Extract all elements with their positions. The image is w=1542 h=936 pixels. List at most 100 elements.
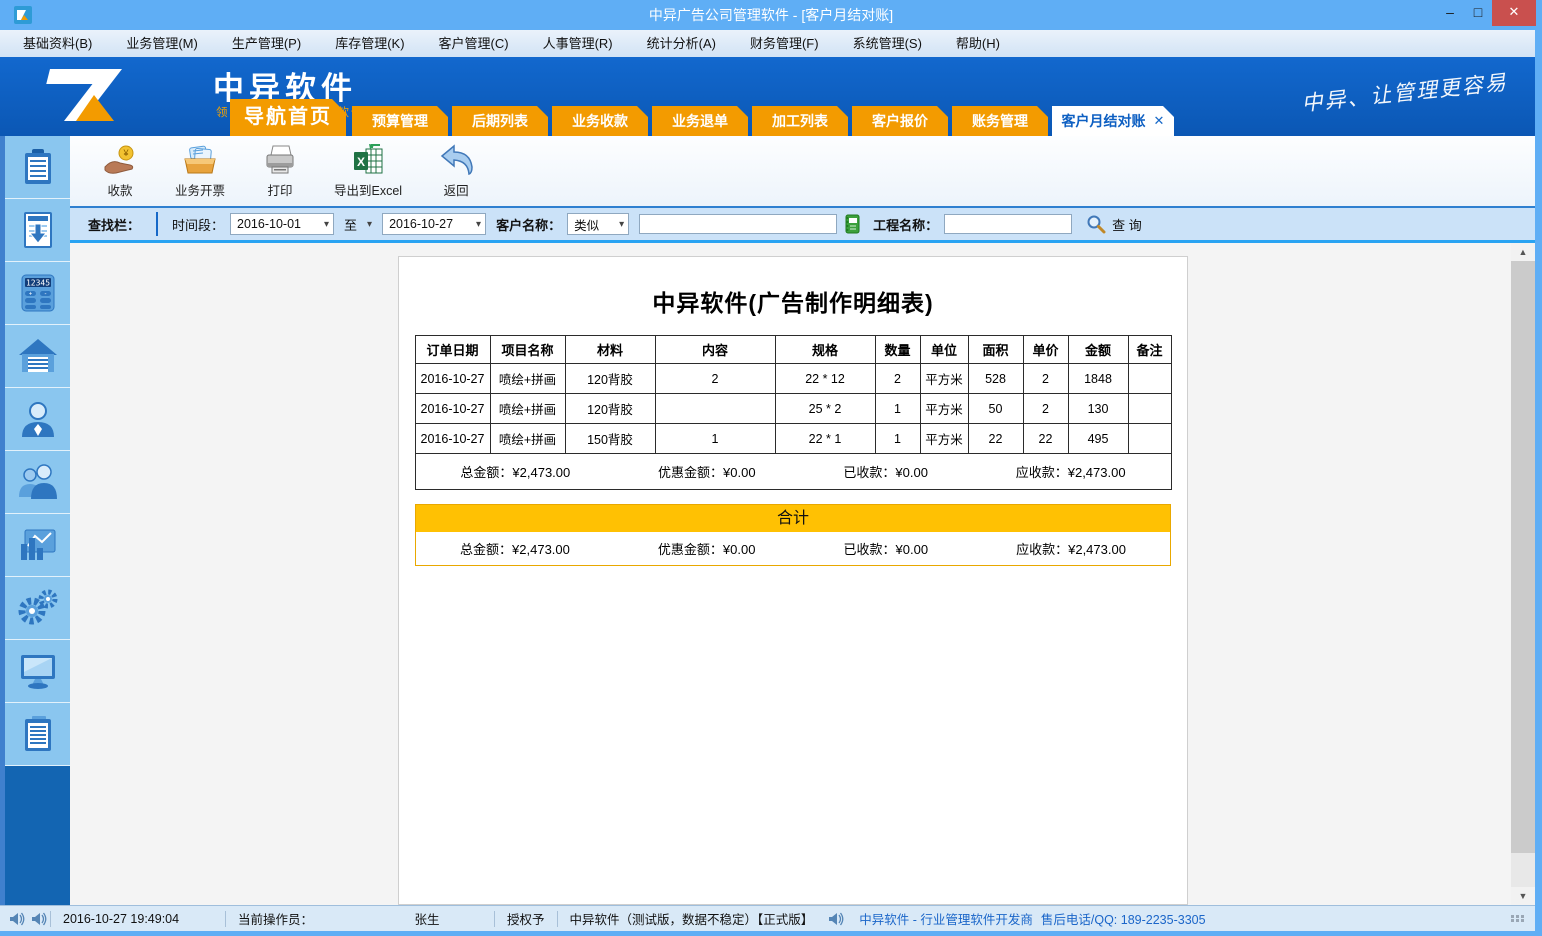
table-header-row: 订单日期 项目名称 材料 内容 规格 数量 单位 面积 单价 金额 备注 [415, 336, 1171, 364]
receive-payment-button[interactable]: ¥ 收款 [94, 143, 146, 199]
cell-content [655, 394, 775, 424]
people-icon [15, 459, 61, 505]
tab-customer-monthly-statement[interactable]: 客户月结对账 ✕ [1052, 106, 1174, 136]
tab-business-receipts[interactable]: 业务收款 [552, 106, 648, 136]
sidebar-item-warehouse[interactable] [5, 325, 70, 388]
cell-area: 50 [968, 394, 1023, 424]
total-amount: 总金额：¥2,473.00 [460, 539, 570, 558]
customer-lookup-book-icon[interactable] [843, 214, 861, 234]
menu-customer[interactable]: 客户管理(C) [422, 30, 526, 57]
sidebar-item-chart[interactable] [5, 514, 70, 577]
cell-unit-price: 22 [1023, 424, 1068, 454]
license-label: 授权予 [495, 909, 557, 928]
customer-keyword-input[interactable] [639, 214, 837, 234]
cell-order-date: 2016-10-27 [415, 364, 490, 394]
customer-name-label: 客户名称： [496, 215, 561, 234]
speaker-icon[interactable] [8, 911, 26, 927]
date-from-value: 2016-10-01 [237, 217, 301, 231]
divider [156, 212, 158, 236]
export-excel-button[interactable]: X 导出到Excel [334, 143, 402, 199]
sidebar-item-monitor[interactable] [5, 640, 70, 703]
total-received: 已收款：¥0.00 [844, 539, 929, 558]
summary-received: 已收款：¥0.00 [843, 462, 928, 481]
tab-account-management[interactable]: 账务管理 [952, 106, 1048, 136]
col-order-date: 订单日期 [415, 336, 490, 364]
sidebar-item-clipboard-2[interactable] [5, 703, 70, 766]
sidebar-item-calculator[interactable]: 12345 +- [5, 262, 70, 325]
sidebar-item-group[interactable] [5, 451, 70, 514]
menu-statistics[interactable]: 统计分析(A) [630, 30, 733, 57]
tab-postprocess-list[interactable]: 后期列表 [452, 106, 548, 136]
menu-inventory[interactable]: 库存管理(K) [318, 30, 421, 57]
invoice-button[interactable]: 业务开票 [174, 143, 226, 199]
menu-production[interactable]: 生产管理(P) [215, 30, 318, 57]
cell-area: 528 [968, 364, 1023, 394]
svg-text:¥: ¥ [122, 148, 129, 158]
tab-order-returns[interactable]: 业务退单 [652, 106, 748, 136]
speaker-icon[interactable] [827, 911, 845, 927]
cell-unit: 平方米 [920, 364, 968, 394]
search-icon [1086, 214, 1106, 234]
tab-processing-list[interactable]: 加工列表 [752, 106, 848, 136]
sidebar-item-person[interactable] [5, 388, 70, 451]
menu-finance[interactable]: 财务管理(F) [733, 30, 836, 57]
tab-strip: 预算管理 后期列表 业务收款 业务退单 加工列表 客户报价 账务管理 客户月结对… [352, 106, 1174, 136]
scroll-down-icon[interactable]: ▼ [1511, 887, 1535, 905]
cell-remark [1128, 394, 1171, 424]
match-mode-select[interactable]: 类似 ▾ [567, 213, 629, 235]
print-button[interactable]: 打印 [254, 143, 306, 199]
menu-help[interactable]: 帮助(H) [939, 30, 1017, 57]
cell-amount: 130 [1068, 394, 1128, 424]
tab-home[interactable]: 导航首页 [230, 99, 346, 136]
invoice-box-icon [180, 143, 220, 177]
speaker-icon[interactable] [30, 911, 48, 927]
cell-spec: 25 * 2 [775, 394, 875, 424]
query-button[interactable]: 查 询 [1086, 214, 1142, 234]
col-quantity: 数量 [875, 336, 920, 364]
cell-area: 22 [968, 424, 1023, 454]
table-row: 2016-10-27 喷绘+拼画 120背胶 25 * 2 1 平方米 50 2… [415, 394, 1171, 424]
col-remark: 备注 [1128, 336, 1171, 364]
minimize-button[interactable]: – [1436, 0, 1464, 26]
tab-customer-quote[interactable]: 客户报价 [852, 106, 948, 136]
window-border-bottom [0, 931, 1542, 936]
menu-basic-data[interactable]: 基础资料(B) [6, 30, 109, 57]
operator-name: 张生 [360, 909, 494, 928]
cell-quantity: 1 [875, 394, 920, 424]
vertical-scrollbar[interactable]: ▲ ▼ [1511, 243, 1535, 905]
date-from-select[interactable]: 2016-10-01 ▾ [230, 213, 334, 235]
clipboard-icon [16, 145, 60, 189]
scrollbar-thumb[interactable] [1511, 261, 1535, 853]
scroll-up-icon[interactable]: ▲ [1511, 243, 1535, 261]
sidebar-item-clipboard[interactable] [5, 136, 70, 199]
date-to-select[interactable]: 2016-10-27 ▾ [382, 213, 486, 235]
resize-grip[interactable] [1511, 915, 1525, 922]
grand-total-section: 合计 总金额：¥2,473.00 优惠金额：¥0.00 已收款：¥0.00 应收… [415, 504, 1171, 566]
sidebar-item-download-doc[interactable] [5, 199, 70, 262]
summary-total-amount: 总金额：¥2,473.00 [460, 462, 570, 481]
report-title: 中异软件(广告制作明细表) [399, 284, 1187, 318]
chevron-down-icon: ▾ [324, 219, 329, 230]
cell-amount: 495 [1068, 424, 1128, 454]
maximize-button[interactable]: □ [1464, 0, 1492, 26]
sidebar-item-settings[interactable] [5, 577, 70, 640]
close-button[interactable]: ✕ [1492, 0, 1536, 26]
content-area: 中异软件(广告制作明细表) 订单日期 项目名称 材料 内容 规格 数量 单位 面… [70, 243, 1535, 905]
printer-icon [262, 143, 298, 177]
between-dropdown-icon[interactable]: ▾ [367, 219, 372, 230]
menu-system[interactable]: 系统管理(S) [836, 30, 939, 57]
total-receivable: 应收款：¥2,473.00 [1016, 539, 1126, 558]
cell-material: 120背胶 [565, 394, 655, 424]
back-button[interactable]: 返回 [430, 143, 482, 199]
total-discount: 优惠金额：¥0.00 [658, 539, 756, 558]
cell-content: 1 [655, 424, 775, 454]
svg-text:-: - [44, 292, 46, 298]
tab-budget[interactable]: 预算管理 [352, 106, 448, 136]
cell-amount: 1848 [1068, 364, 1128, 394]
menu-hr[interactable]: 人事管理(R) [526, 30, 630, 57]
chevron-down-icon: ▾ [476, 219, 481, 230]
project-keyword-input[interactable] [944, 214, 1072, 234]
tab-close-icon[interactable]: ✕ [1154, 106, 1165, 136]
menu-business[interactable]: 业务管理(M) [109, 30, 215, 57]
svg-text:X: X [357, 155, 365, 169]
